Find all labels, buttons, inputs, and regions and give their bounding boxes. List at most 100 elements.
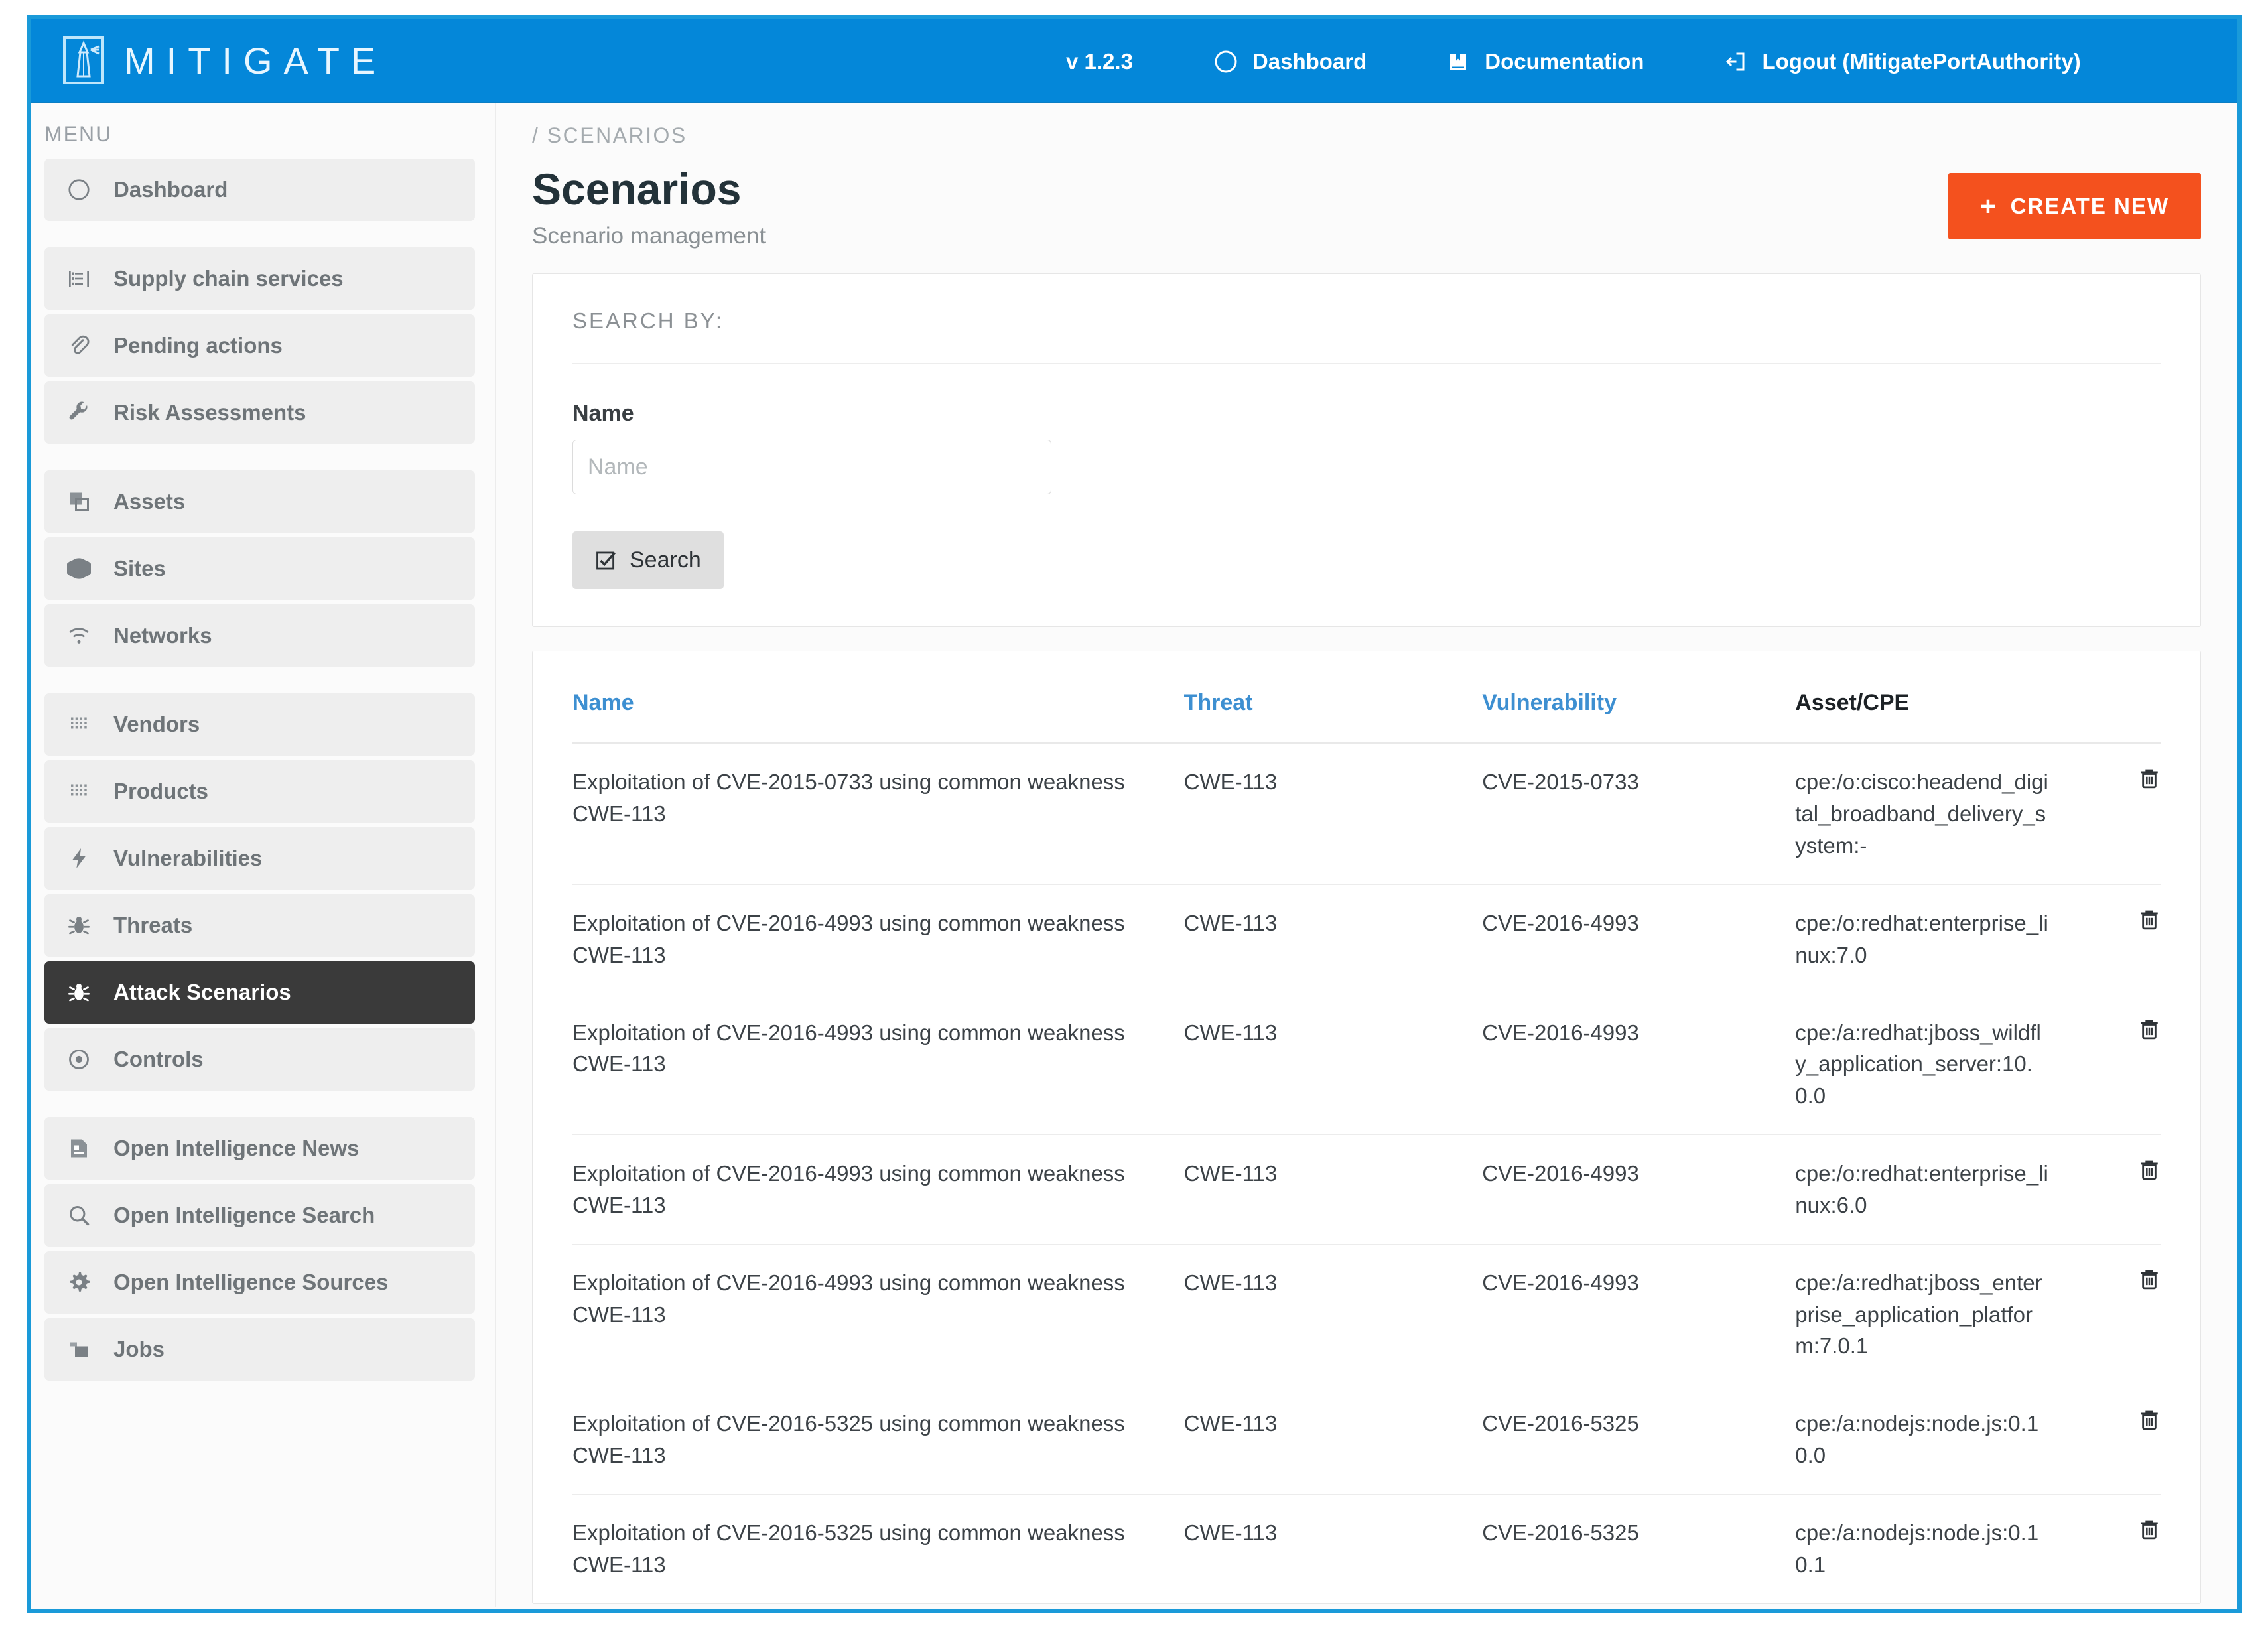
sidebar-item-sites[interactable]: Sites bbox=[44, 537, 475, 600]
cell-vulnerability: CVE-2016-5325 bbox=[1482, 1385, 1796, 1495]
cell-asset-cpe: cpe:/o:cisco:headend_digital_broadband_d… bbox=[1795, 743, 2049, 885]
sidebar-item-networks[interactable]: Networks bbox=[44, 604, 475, 667]
cell-actions bbox=[2048, 1134, 2161, 1245]
cell-asset-cpe: cpe:/a:redhat:jboss_enterprise_applicati… bbox=[1795, 1244, 2049, 1386]
column-header-actions bbox=[2048, 682, 2161, 744]
cell-vulnerability: CVE-2016-4993 bbox=[1482, 1134, 1796, 1245]
table-row[interactable]: Exploitation of CVE-2016-4993 using comm… bbox=[572, 994, 2161, 1136]
grid-dots-icon bbox=[67, 712, 101, 736]
search-by-heading: SEARCH BY: bbox=[572, 308, 2161, 364]
bug-icon bbox=[67, 981, 101, 1004]
sidebar-item-label: Products bbox=[113, 779, 209, 803]
cell-threat: CWE-113 bbox=[1183, 1244, 1483, 1386]
sidebar-item-label: Open Intelligence Sources bbox=[113, 1270, 389, 1294]
sidebar-item-open-intelligence-sources[interactable]: Open Intelligence Sources bbox=[44, 1251, 475, 1314]
column-header-name[interactable]: Name bbox=[572, 682, 1184, 744]
table-row[interactable]: Exploitation of CVE-2016-4993 using comm… bbox=[572, 1134, 2161, 1245]
sidebar-item-label: Pending actions bbox=[113, 333, 283, 358]
cell-asset-cpe: cpe:/a:nodejs:node.js:0.10.0 bbox=[1795, 1385, 2049, 1495]
table-row[interactable]: Exploitation of CVE-2016-4993 using comm… bbox=[572, 1244, 2161, 1386]
page-header: Scenarios Scenario management + CREATE N… bbox=[532, 166, 2201, 249]
create-new-label: CREATE NEW bbox=[2010, 194, 2169, 218]
sidebar-item-vendors[interactable]: Vendors bbox=[44, 693, 475, 756]
trash-icon[interactable] bbox=[2138, 767, 2161, 789]
cell-threat: CWE-113 bbox=[1183, 1520, 1278, 1545]
column-header-vulnerability[interactable]: Vulnerability bbox=[1482, 682, 1796, 744]
cell-vulnerability: CVE-2015-0733 bbox=[1482, 743, 1796, 885]
cell-name: Exploitation of CVE-2016-5325 using comm… bbox=[572, 1520, 1125, 1577]
table-header: Name Threat Vulnerability Asset/CPE bbox=[572, 682, 2161, 744]
table-row[interactable]: Exploitation of CVE-2016-5325 using comm… bbox=[572, 1385, 2161, 1495]
sidebar-item-threats[interactable]: Threats bbox=[44, 894, 475, 957]
eye-icon bbox=[67, 1048, 101, 1071]
sidebar-item-dashboard[interactable]: Dashboard bbox=[44, 159, 475, 221]
sidebar-item-vulnerabilities[interactable]: Vulnerabilities bbox=[44, 827, 475, 890]
cell-actions bbox=[2048, 1494, 2161, 1603]
cell-asset-cpe: cpe:/o:redhat:enterprise_linux:7.0 bbox=[1795, 884, 2049, 994]
lighthouse-icon bbox=[63, 36, 104, 84]
cell-name: Exploitation of CVE-2016-5325 using comm… bbox=[572, 1385, 1184, 1495]
sidebar-item-label: Sites bbox=[113, 556, 166, 580]
table-row[interactable]: Exploitation of CVE-2015-0733 using comm… bbox=[572, 743, 2161, 885]
column-header-threat[interactable]: Threat bbox=[1183, 682, 1483, 744]
jobs-icon bbox=[67, 1337, 101, 1361]
sidebar-item-label: Vendors bbox=[113, 712, 200, 736]
search-button[interactable]: Search bbox=[572, 531, 724, 590]
table-row[interactable]: Exploitation of CVE-2016-4993 using comm… bbox=[572, 884, 2161, 994]
sidebar-item-label: Open Intelligence Search bbox=[113, 1203, 375, 1227]
sidebar-item-open-intelligence-news[interactable]: Open Intelligence News bbox=[44, 1117, 475, 1180]
sidebar-item-jobs[interactable]: Jobs bbox=[44, 1318, 475, 1381]
sidebar-group-operations: Supply chain services Pending actions Ri… bbox=[44, 247, 475, 444]
top-navigation-items: v 1.2.3 Dashboard Documentation Logout (… bbox=[1066, 19, 2237, 103]
cell-asset-cpe: cpe:/a:nodejs:node.js:0.10.1 bbox=[1795, 1520, 2039, 1577]
topnav-documentation[interactable]: Documentation bbox=[1446, 49, 1644, 74]
sidebar-item-products[interactable]: Products bbox=[44, 760, 475, 823]
sidebar-item-open-intelligence-search[interactable]: Open Intelligence Search bbox=[44, 1184, 475, 1247]
search-icon bbox=[67, 1203, 101, 1227]
sidebar-item-attack-scenarios[interactable]: Attack Scenarios bbox=[44, 961, 475, 1024]
menu-label: MENU bbox=[44, 122, 113, 146]
version-label: v 1.2.3 bbox=[1066, 48, 1133, 74]
cell-threat: CWE-113 bbox=[1183, 884, 1483, 994]
logout-icon bbox=[1723, 50, 1747, 74]
sidebar-group-open-intelligence: Open Intelligence News Open Intelligence… bbox=[44, 1117, 475, 1381]
sidebar-item-label: Jobs bbox=[113, 1337, 165, 1361]
cell-name: Exploitation of CVE-2016-4993 using comm… bbox=[572, 1244, 1184, 1386]
paperclip-icon bbox=[67, 334, 101, 358]
news-icon bbox=[67, 1136, 101, 1160]
create-new-button[interactable]: + CREATE NEW bbox=[1948, 173, 2201, 239]
brand-logo[interactable]: MITIGATE bbox=[31, 36, 387, 84]
sidebar-item-risk-assessments[interactable]: Risk Assessments bbox=[44, 381, 475, 444]
cell-asset-cpe: cpe:/o:redhat:enterprise_linux:6.0 bbox=[1795, 1134, 2049, 1245]
sidebar-item-label: Networks bbox=[113, 623, 212, 647]
bug-icon bbox=[67, 914, 101, 937]
layers-icon bbox=[67, 490, 101, 513]
sidebar-item-controls[interactable]: Controls bbox=[44, 1028, 475, 1091]
trash-icon[interactable] bbox=[2138, 1408, 2161, 1431]
wifi-icon bbox=[67, 624, 101, 647]
cell-actions bbox=[2048, 884, 2161, 994]
sidebar-item-label: Risk Assessments bbox=[113, 400, 306, 425]
search-name-input[interactable] bbox=[572, 440, 1051, 495]
topnav-dashboard-label: Dashboard bbox=[1252, 48, 1367, 74]
sidebar-item-assets[interactable]: Assets bbox=[44, 470, 475, 533]
trash-icon[interactable] bbox=[2138, 1268, 2161, 1290]
cell-actions bbox=[2048, 1385, 2161, 1495]
topnav-logout[interactable]: Logout (MitigatePortAuthority) bbox=[1723, 49, 2081, 74]
trash-icon[interactable] bbox=[2138, 1518, 2161, 1540]
sidebar-item-label: Controls bbox=[113, 1047, 204, 1071]
sidebar-group-security: Vendors Products Vulnerabilities Threats… bbox=[44, 693, 475, 1091]
trash-icon[interactable] bbox=[2138, 908, 2161, 931]
sidebar-item-pending-actions[interactable]: Pending actions bbox=[44, 314, 475, 377]
sidebar-item-label: Vulnerabilities bbox=[113, 846, 263, 870]
cell-name: Exploitation of CVE-2016-4993 using comm… bbox=[572, 884, 1184, 994]
topnav-dashboard[interactable]: Dashboard bbox=[1214, 49, 1367, 74]
trash-icon[interactable] bbox=[2138, 1158, 2161, 1181]
sidebar-item-supply-chain-services[interactable]: Supply chain services bbox=[44, 247, 475, 310]
breadcrumb[interactable]: / SCENARIOS bbox=[532, 103, 2201, 167]
trash-icon[interactable] bbox=[2138, 1018, 2161, 1040]
plus-icon: + bbox=[1980, 192, 1997, 221]
scenarios-table-panel: Name Threat Vulnerability Asset/CPE Expl… bbox=[532, 651, 2201, 1604]
table-row[interactable]: Exploitation of CVE-2016-5325 using comm… bbox=[572, 1494, 2161, 1603]
cell-name: Exploitation of CVE-2015-0733 using comm… bbox=[572, 743, 1184, 885]
